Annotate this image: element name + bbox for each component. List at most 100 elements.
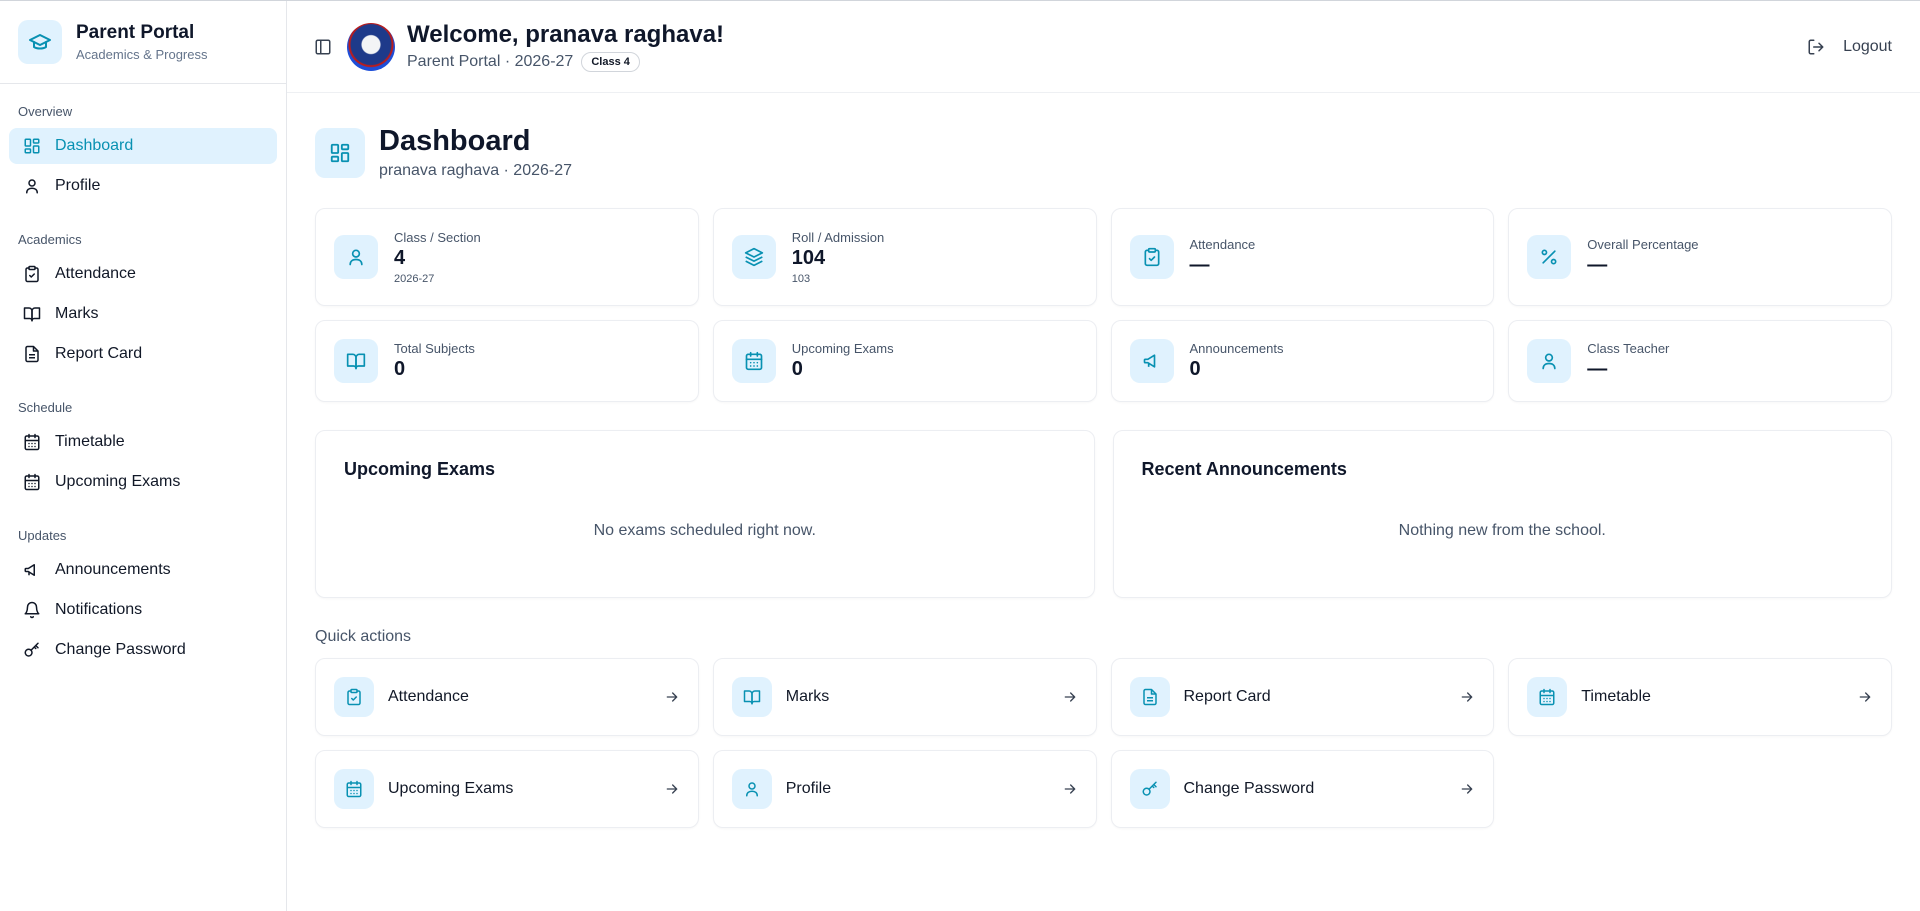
stat-card-upcoming-exams: Upcoming Exams 0: [712, 320, 1097, 402]
dashboard-content: Dashboard pranava raghava · 2026-27 Clas…: [287, 93, 1920, 828]
sidebar-item-label: Profile: [55, 177, 101, 194]
calendar-icon: [1527, 677, 1568, 717]
calendar-icon: [24, 473, 40, 491]
welcome-heading: Welcome, pranava raghava!: [407, 21, 725, 48]
bell-icon: [24, 601, 40, 619]
quick-action-change-password[interactable]: Change Password: [1110, 750, 1495, 828]
stat-label: Class Teacher: [1587, 341, 1670, 356]
arrow-right-icon: [1461, 784, 1473, 794]
stat-label: Announcements: [1189, 341, 1284, 356]
sidebar-toggle-button[interactable]: [311, 35, 335, 59]
quick-action-label: Attendance: [388, 688, 469, 705]
megaphone-icon: [24, 564, 35, 576]
stat-label: Total Subjects: [394, 341, 475, 356]
quick-action-marks[interactable]: Marks: [712, 658, 1097, 736]
sidebar-item-label: Attendance: [55, 265, 136, 282]
sidebar-item-report-card[interactable]: Report Card: [9, 336, 277, 372]
sidebar-item-change-password[interactable]: Change Password: [9, 632, 277, 668]
brand: Parent Portal Academics & Progress: [0, 1, 286, 84]
quick-action-label: Upcoming Exams: [388, 780, 514, 797]
quick-action-attendance[interactable]: Attendance: [315, 658, 699, 736]
stat-card-total-subjects: Total Subjects 0: [315, 320, 699, 402]
quick-action-label: Report Card: [1183, 688, 1271, 705]
quick-action-label: Marks: [785, 688, 830, 705]
panel-title: Recent Announcements: [1141, 459, 1347, 479]
sidebar-item-label: Upcoming Exams: [55, 473, 181, 490]
sidebar-item-attendance[interactable]: Attendance: [9, 256, 277, 292]
sidebar-item-profile[interactable]: Profile: [9, 168, 277, 204]
page-subtitle: pranava raghava · 2026-27: [379, 162, 573, 179]
nav-group-label: Overview: [18, 104, 73, 119]
key-icon: [24, 642, 39, 657]
book-open-icon: [731, 677, 772, 717]
clipboard-check-icon: [25, 265, 39, 283]
brand-subtitle: Academics & Progress: [76, 47, 208, 62]
stat-label: Upcoming Exams: [791, 341, 894, 356]
arrow-right-icon: [666, 692, 678, 702]
stat-value: 104: [791, 246, 826, 269]
key-icon: [1129, 769, 1170, 809]
user-icon: [334, 235, 378, 279]
page-title: Dashboard: [379, 125, 531, 157]
empty-state: No exams scheduled right now.: [593, 522, 816, 539]
user-icon: [26, 179, 38, 194]
calendar-icon: [334, 769, 374, 809]
user-icon: [731, 769, 772, 809]
stat-label: Class / Section: [394, 229, 481, 245]
stat-label: Overall Percentage: [1587, 237, 1699, 252]
quick-action-label: Timetable: [1581, 688, 1651, 705]
class-badge: Class 4: [581, 52, 640, 72]
calendar-icon: [24, 433, 40, 451]
stat-label: Roll / Admission: [791, 229, 885, 245]
sidebar-item-notifications[interactable]: Notifications: [9, 592, 277, 628]
clipboard-check-icon: [334, 677, 374, 717]
nav-group-label: Updates: [18, 528, 67, 543]
stat-value: 0: [1189, 358, 1201, 380]
stat-label: Attendance: [1189, 237, 1256, 252]
file-text-icon: [25, 345, 39, 363]
logout-label: Logout: [1843, 37, 1892, 55]
graduation-cap-icon: [18, 20, 62, 64]
header-subtitle: Parent Portal · 2026-27: [407, 53, 574, 70]
clipboard-check-icon: [1129, 235, 1174, 279]
main-content: Welcome, pranava raghava! Parent Portal …: [287, 1, 1920, 911]
sidebar-item-label: Change Password: [55, 641, 186, 658]
sidebar-item-marks[interactable]: Marks: [9, 296, 277, 332]
logout-button[interactable]: Logout: [1807, 38, 1892, 56]
quick-action-report-card[interactable]: Report Card: [1110, 658, 1495, 736]
quick-action-timetable[interactable]: Timetable: [1508, 658, 1892, 736]
stat-value: —: [1587, 358, 1608, 380]
percent-icon: [1527, 235, 1572, 279]
panel-left-icon: [315, 39, 331, 54]
sidebar-item-label: Report Card: [55, 345, 143, 362]
sidebar-item-dashboard[interactable]: Dashboard: [9, 128, 277, 164]
sidebar-item-label: Dashboard: [55, 137, 134, 154]
arrow-right-icon: [1064, 784, 1076, 794]
logout-icon: [1808, 39, 1824, 54]
stat-card-class-teacher: Class Teacher —: [1508, 320, 1892, 402]
arrow-right-icon: [1859, 692, 1871, 702]
sidebar-item-timetable[interactable]: Timetable: [9, 424, 277, 460]
quick-action-profile[interactable]: Profile: [712, 750, 1097, 828]
upcoming-exams-panel: Upcoming Exams No exams scheduled right …: [315, 430, 1095, 598]
quick-action-label: Profile: [785, 780, 832, 797]
stat-card-announcements: Announcements 0: [1110, 320, 1495, 402]
arrow-right-icon: [1064, 692, 1076, 702]
stats-grid: Class / Section 4 2026-27 Roll / Admissi…: [315, 208, 1892, 402]
arrow-right-icon: [666, 784, 678, 794]
sidebar-item-announcements[interactable]: Announcements: [9, 552, 277, 588]
arrow-right-icon: [1461, 692, 1473, 702]
panels: Upcoming Exams No exams scheduled right …: [315, 430, 1892, 598]
user-icon: [1527, 339, 1572, 383]
school-logo: [347, 22, 395, 71]
book-open-icon: [334, 339, 378, 383]
sidebar: Parent Portal Academics & Progress Overv…: [0, 1, 287, 911]
sidebar-item-label: Notifications: [55, 601, 143, 618]
sidebar-item-label: Marks: [55, 305, 99, 322]
stat-value: 4: [394, 246, 406, 269]
quick-action-upcoming-exams[interactable]: Upcoming Exams: [315, 750, 699, 828]
sidebar-item-upcoming-exams[interactable]: Upcoming Exams: [9, 464, 277, 500]
brand-title: Parent Portal: [76, 22, 195, 43]
nav-group-label: Schedule: [18, 400, 73, 415]
stat-value: 0: [394, 358, 406, 380]
